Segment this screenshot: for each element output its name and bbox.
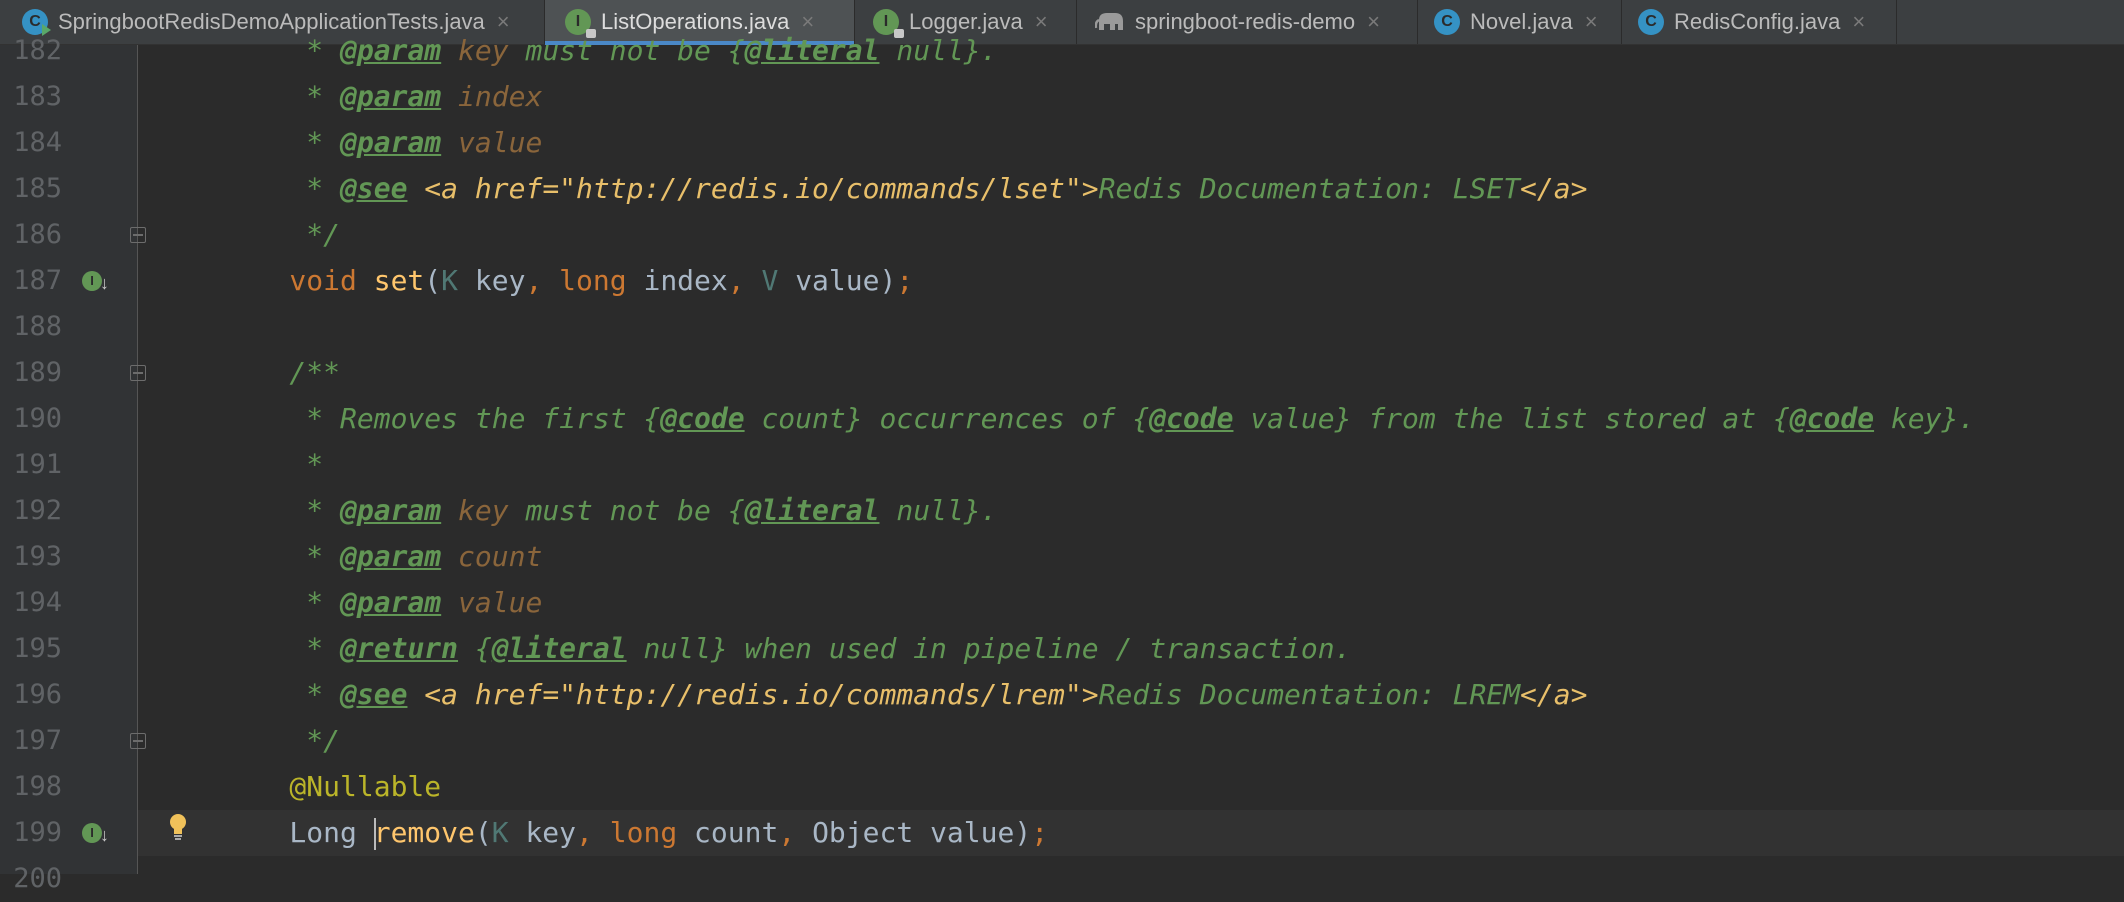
line-number: 187	[13, 265, 62, 296]
fold-toggle-icon[interactable]	[130, 227, 146, 243]
code-text: */	[222, 724, 341, 757]
code-line: 188	[0, 304, 2124, 350]
code-line: 200	[0, 856, 2124, 902]
line-number: 195	[13, 633, 62, 664]
code-text: * Removes the first {@code count} occurr…	[222, 402, 1976, 435]
code-text: * @see <a href="http://redis.io/commands…	[222, 678, 1588, 711]
code-line: 184 * @param value	[0, 120, 2124, 166]
code-text: * @param index	[222, 80, 543, 113]
line-number: 191	[13, 449, 62, 480]
code-line: 190 * Removes the first {@code count} oc…	[0, 396, 2124, 442]
code-line: 193 * @param count	[0, 534, 2124, 580]
code-text: void set(K key, long index, V value);	[222, 264, 914, 297]
code-text: * @param count	[222, 540, 543, 573]
code-text: * @see <a href="http://redis.io/commands…	[222, 172, 1588, 205]
fold-toggle-icon[interactable]	[130, 365, 146, 381]
code-line: 197 */	[0, 718, 2124, 764]
code-line-current: 199 I Long remove(K key, long count, Obj…	[0, 810, 2124, 856]
code-line: 196 * @see <a href="http://redis.io/comm…	[0, 672, 2124, 718]
code-line: 191 *	[0, 442, 2124, 488]
line-number: 200	[13, 863, 62, 894]
code-line: 185 * @see <a href="http://redis.io/comm…	[0, 166, 2124, 212]
line-number: 188	[13, 311, 62, 342]
line-number: 184	[13, 127, 62, 158]
code-text: * @param value	[222, 586, 543, 619]
code-line: 183 * @param index	[0, 74, 2124, 120]
line-number: 186	[13, 219, 62, 250]
code-text: * @param key must not be {@literal null}…	[222, 494, 998, 527]
implemented-method-icon[interactable]: I	[82, 823, 109, 845]
line-number: 182	[13, 35, 62, 66]
line-number: 198	[13, 771, 62, 802]
code-line: 192 * @param key must not be {@literal n…	[0, 488, 2124, 534]
implemented-method-icon[interactable]: I	[82, 271, 109, 293]
line-number: 193	[13, 541, 62, 572]
code-line: 194 * @param value	[0, 580, 2124, 626]
line-number: 185	[13, 173, 62, 204]
code-text: *	[222, 448, 324, 481]
code-text: @Nullable	[222, 770, 442, 803]
code-text: * @return {@literal null} when used in p…	[222, 632, 1352, 665]
line-number: 189	[13, 357, 62, 388]
code-text: * @param key must not be {@literal null}…	[222, 34, 998, 67]
code-line: 198 @Nullable	[0, 764, 2124, 810]
code-text: * @param value	[222, 126, 543, 159]
line-number: 192	[13, 495, 62, 526]
code-line: 189 /**	[0, 350, 2124, 396]
code-text: /**	[222, 356, 341, 389]
code-line: 186 */	[0, 212, 2124, 258]
code-line: 182 * @param key must not be {@literal n…	[0, 28, 2124, 74]
line-number: 194	[13, 587, 62, 618]
line-number: 197	[13, 725, 62, 756]
code-text: Long remove(K key, long count, Object va…	[222, 816, 1049, 850]
line-number: 183	[13, 81, 62, 112]
code-line: 187 I void set(K key, long index, V valu…	[0, 258, 2124, 304]
code-text: */	[222, 218, 341, 251]
code-editor[interactable]: 182 * @param key must not be {@literal n…	[0, 0, 2124, 894]
line-number: 196	[13, 679, 62, 710]
fold-toggle-icon[interactable]	[130, 733, 146, 749]
line-number: 199	[13, 817, 62, 848]
lightbulb-intention-icon[interactable]	[168, 813, 188, 841]
line-number: 190	[13, 403, 62, 434]
code-line: 195 * @return {@literal null} when used …	[0, 626, 2124, 672]
